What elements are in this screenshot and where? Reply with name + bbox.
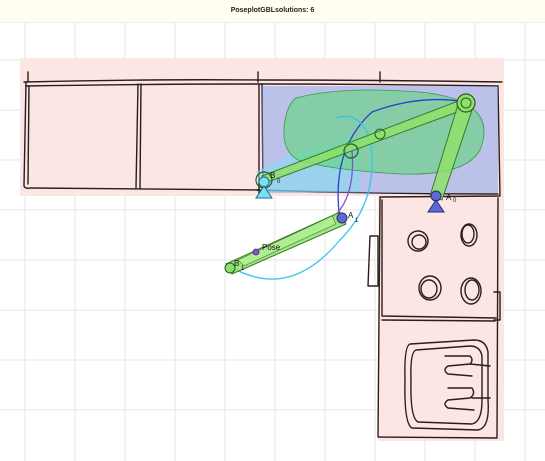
pose-label: Pose xyxy=(262,243,281,252)
a0-label: A xyxy=(446,193,452,202)
b1-label: B xyxy=(234,259,239,268)
coupler-link[interactable] xyxy=(224,211,348,275)
b0-label: B xyxy=(270,171,275,180)
pose-plot-canvas[interactable]: A 0 B 0 A 1 B 1 Pose xyxy=(0,0,545,461)
a1-subscript: 1 xyxy=(355,218,359,224)
a1-label: A xyxy=(348,211,354,220)
